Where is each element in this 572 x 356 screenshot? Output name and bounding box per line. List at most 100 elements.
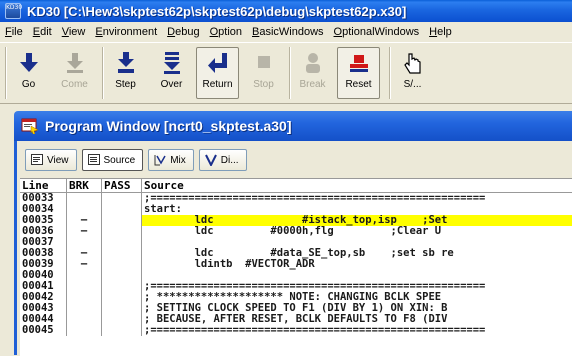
view-icon	[31, 154, 43, 165]
menu-environment[interactable]: Environment	[90, 22, 162, 42]
step-over-icon	[163, 52, 180, 74]
menu-debug[interactable]: Debug	[162, 22, 204, 42]
source-text: ;=======================================…	[144, 281, 486, 292]
brk-cell[interactable]	[67, 193, 102, 204]
source-text: ldintb #VECTOR_ADR	[144, 259, 315, 270]
code-row[interactable]: 00037	[20, 237, 572, 248]
return-label: Return	[202, 79, 233, 90]
mix-button[interactable]: Mix	[148, 149, 194, 171]
toolbar: Go Come Step Over Return Stop Break Rese…	[0, 42, 572, 104]
window-titlebar: KD30 KD30 [C:\Hew3\skptest62p\skptest62p…	[0, 0, 572, 22]
brk-cell[interactable]: –	[67, 259, 102, 270]
column-header-line[interactable]: Line	[20, 179, 67, 192]
reset-icon	[349, 55, 368, 72]
source-button[interactable]: Source	[81, 149, 144, 171]
over-button[interactable]: Over	[150, 47, 193, 99]
pass-cell	[102, 281, 142, 292]
view-button[interactable]: View	[25, 149, 77, 171]
toolbar-group-step: Step Over Return Stop	[103, 47, 288, 99]
source-text: ;=======================================…	[144, 193, 486, 204]
pass-cell	[102, 292, 142, 303]
code-row[interactable]: 00045 ;=================================…	[20, 325, 572, 336]
window-title: KD30 [C:\Hew3\skptest62p\skptest62p\debu…	[27, 3, 407, 19]
code-row[interactable]: 00043 ; SETTING CLOCK SPEED TO F1 (DIV B…	[20, 303, 572, 314]
code-row[interactable]: 00044 ; BECAUSE, AFTER RESET, BCLK DEFAU…	[20, 314, 572, 325]
program-window-icon	[21, 118, 39, 134]
pass-cell	[102, 259, 142, 270]
brk-cell[interactable]	[67, 281, 102, 292]
source-code-view[interactable]: Line BRK PASS Source 00033 ;============…	[20, 178, 572, 356]
return-arrow-icon	[207, 53, 227, 73]
program-window-tabbar: View Source Mix Di...	[25, 149, 252, 173]
return-button[interactable]: Return	[196, 47, 239, 99]
source-icon	[87, 154, 100, 165]
pass-cell	[102, 314, 142, 325]
disassemble-icon	[204, 154, 217, 166]
code-row[interactable]: 00036 – ldc #0000h,flg ;Clear U	[20, 226, 572, 237]
program-window-titlebar[interactable]: Program Window [ncrt0_skptest.a30]	[14, 111, 572, 141]
break-button[interactable]: Break	[291, 47, 334, 99]
source-text: start:	[144, 204, 182, 215]
menu-view[interactable]: View	[57, 22, 91, 42]
brk-cell[interactable]	[67, 303, 102, 314]
source-text: ldc #0000h,flg ;Clear U	[144, 226, 442, 237]
reset-label: Reset	[345, 79, 372, 90]
program-window-title: Program Window [ncrt0_skptest.a30]	[45, 118, 292, 134]
app-icon: KD30	[5, 3, 22, 19]
code-row[interactable]: 00039 – ldintb #VECTOR_ADR	[20, 259, 572, 270]
source-label: Source	[103, 154, 136, 166]
menu-basicwindows[interactable]: BasicWindows	[247, 22, 329, 42]
pass-cell	[102, 226, 142, 237]
code-row[interactable]: 00040	[20, 270, 572, 281]
come-button[interactable]: Come	[53, 47, 96, 99]
toolbar-group-run: Go Come	[6, 47, 99, 99]
mix-label: Mix	[170, 154, 186, 166]
pass-cell	[102, 193, 142, 204]
come-label: Come	[61, 79, 88, 90]
mix-icon	[154, 155, 166, 166]
code-row[interactable]: 00041 ;=================================…	[20, 281, 572, 292]
break-label: Break	[299, 79, 326, 90]
menu-option[interactable]: Option	[205, 22, 247, 42]
code-row[interactable]: 00038 – ldc #data_SE_top,sb ;set sb re	[20, 248, 572, 259]
break-person-icon	[305, 53, 320, 73]
brk-cell[interactable]: –	[67, 226, 102, 237]
pass-cell	[102, 325, 142, 336]
step-button[interactable]: Step	[104, 47, 147, 99]
menu-file[interactable]: File	[0, 22, 28, 42]
brk-cell[interactable]	[67, 325, 102, 336]
code-row-current[interactable]: 00035 – ldc #istack_top,isp ;Set	[20, 215, 572, 226]
column-header-brk[interactable]: BRK	[67, 179, 102, 192]
s-button[interactable]: S/...	[391, 47, 434, 99]
toolbar-group-misc: S/...	[390, 47, 437, 99]
code-row[interactable]: 00033 ;=================================…	[20, 193, 572, 204]
pass-cell	[102, 215, 142, 226]
over-label: Over	[160, 79, 183, 90]
source-text	[142, 270, 572, 281]
source-text: ; ******************** NOTE: CHANGING BC…	[144, 292, 442, 303]
go-button[interactable]: Go	[7, 47, 50, 99]
brk-cell[interactable]	[67, 292, 102, 303]
go-arrow-icon	[19, 53, 38, 72]
source-text	[142, 237, 572, 248]
source-text: ; SETTING CLOCK SPEED TO F1 (DIV BY 1) O…	[144, 303, 448, 314]
brk-cell[interactable]	[67, 314, 102, 325]
stop-label: Stop	[253, 79, 274, 90]
column-header-source[interactable]: Source	[142, 179, 572, 192]
reset-button[interactable]: Reset	[337, 47, 380, 99]
disassemble-button[interactable]: Di...	[198, 149, 247, 171]
pass-cell	[102, 270, 142, 281]
hand-pointer-icon	[403, 53, 421, 74]
menu-help[interactable]: Help	[424, 22, 457, 42]
column-header-pass[interactable]: PASS	[102, 179, 142, 192]
menu-edit[interactable]: Edit	[28, 22, 57, 42]
stop-button[interactable]: Stop	[242, 47, 285, 99]
code-row[interactable]: 00034 start:	[20, 204, 572, 215]
view-label: View	[47, 154, 69, 166]
stop-icon	[257, 56, 270, 68]
code-row[interactable]: 00042 ; ******************** NOTE: CHANG…	[20, 292, 572, 303]
step-label: Step	[115, 79, 136, 90]
brk-cell[interactable]	[67, 270, 102, 281]
menu-optionalwindows[interactable]: OptionalWindows	[329, 22, 425, 42]
source-column-headers: Line BRK PASS Source	[20, 179, 572, 193]
